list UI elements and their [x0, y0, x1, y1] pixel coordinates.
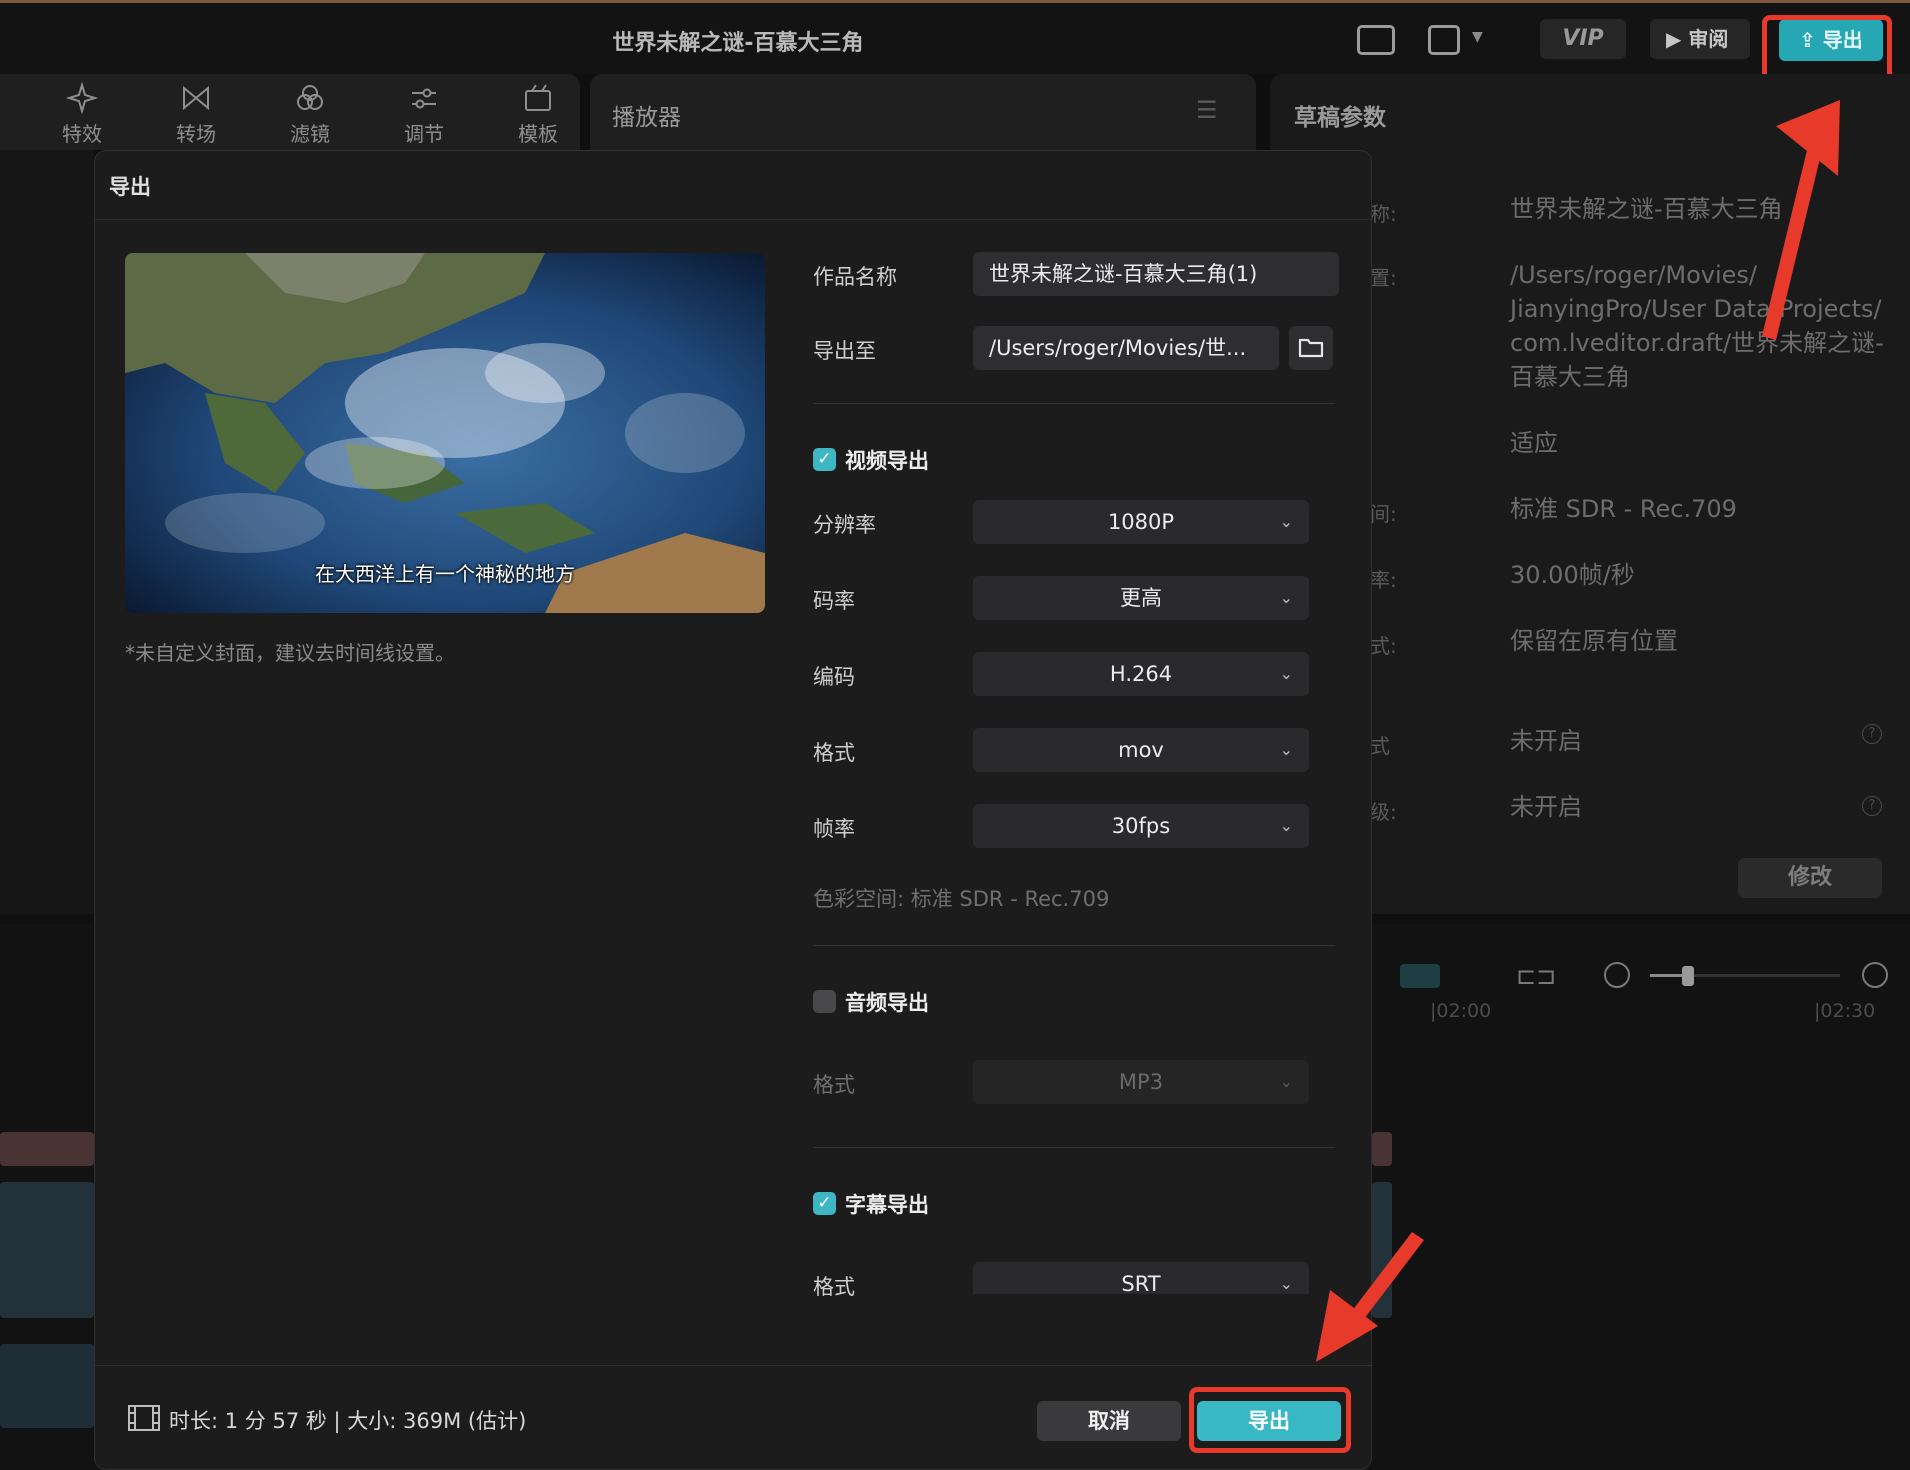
arrow-to-export-button [1316, 1232, 1424, 1362]
arrow-to-top-export [1762, 100, 1840, 340]
annotation-arrows [1316, 100, 1840, 1362]
